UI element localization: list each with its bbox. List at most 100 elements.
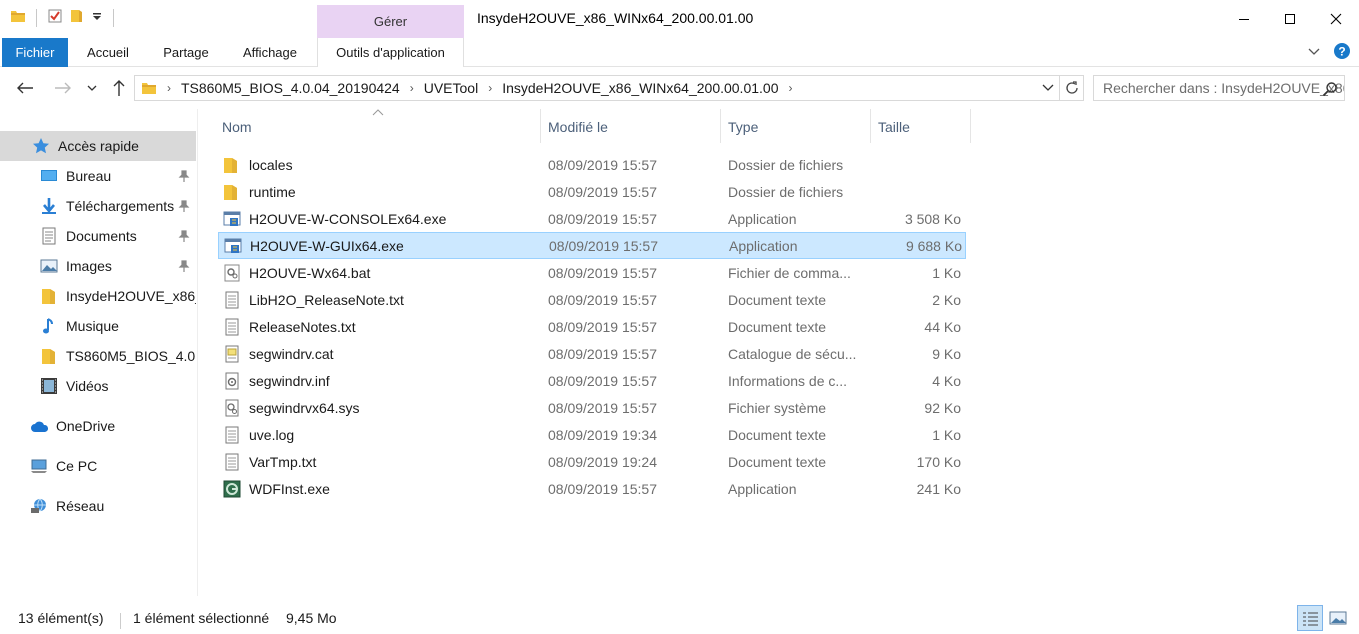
- nav-item-network[interactable]: Réseau: [0, 491, 196, 521]
- file-size: 1 Ko: [932, 265, 961, 281]
- details-view-button[interactable]: [1297, 605, 1323, 631]
- folder-icon: [40, 347, 58, 365]
- search-icon: [1322, 80, 1338, 100]
- address-bar[interactable]: › TS860M5_BIOS_4.0.04_20190424 › UVETool…: [134, 75, 1084, 101]
- address-history-button[interactable]: [1037, 84, 1059, 92]
- nav-item-this-pc[interactable]: Ce PC: [0, 451, 196, 481]
- pin-icon[interactable]: [178, 259, 190, 275]
- file-row-bat[interactable]: H2OUVE-Wx64.bat 08/09/2019 15:57 Fichier…: [218, 260, 966, 287]
- search-input[interactable]: Rechercher dans : InsydeH2OUVE_x86...: [1093, 75, 1345, 101]
- file-size: [870, 152, 961, 179]
- file-row-libh2o-txt[interactable]: LibH2O_ReleaseNote.txt 08/09/2019 15:57 …: [218, 287, 966, 314]
- expand-ribbon-icon[interactable]: [1307, 44, 1321, 61]
- file-row-inf[interactable]: segwindrv.inf 08/09/2019 15:57 Informati…: [218, 368, 966, 395]
- pin-icon[interactable]: [178, 229, 190, 245]
- back-button[interactable]: [14, 77, 36, 99]
- column-divider[interactable]: [720, 109, 721, 143]
- system-file-icon: [223, 399, 241, 417]
- up-button[interactable]: [108, 77, 130, 99]
- column-header-type[interactable]: Type: [722, 109, 870, 145]
- file-row-runtime[interactable]: runtime 08/09/2019 15:57 Dossier de fich…: [218, 179, 966, 206]
- desktop-icon: [40, 167, 58, 185]
- file-size: 241 Ko: [916, 481, 961, 497]
- navigation-pane: Accès rapide Bureau Téléchargements Docu…: [0, 109, 198, 596]
- file-date: 08/09/2019 15:57: [548, 157, 657, 173]
- file-size: 9 688 Ko: [905, 238, 962, 254]
- nav-item-pictures[interactable]: Images: [0, 251, 196, 281]
- selection-size: 9,45 Mo: [286, 610, 337, 626]
- arrow-up-icon: [113, 80, 125, 96]
- nav-item-documents[interactable]: Documents: [0, 221, 196, 251]
- close-button[interactable]: [1313, 0, 1359, 38]
- customize-toolbar-icon[interactable]: [91, 8, 103, 27]
- file-row-wdfinst-exe[interactable]: WDFInst.exe 08/09/2019 15:57 Application…: [218, 476, 966, 503]
- file-date: 08/09/2019 15:57: [548, 265, 657, 281]
- file-size: 3 508 Ko: [904, 211, 961, 227]
- nav-item-music[interactable]: Musique: [0, 311, 196, 341]
- chevron-down-icon: [1042, 84, 1054, 91]
- download-icon: [40, 197, 58, 215]
- videos-icon: [40, 377, 58, 395]
- file-row-cat[interactable]: segwindrv.cat 08/09/2019 15:57 Catalogue…: [218, 341, 966, 368]
- file-date: 08/09/2019 15:57: [548, 346, 657, 362]
- file-name: segwindrv.cat: [249, 346, 334, 362]
- file-row-vartmp-txt[interactable]: VarTmp.txt 08/09/2019 19:24 Document tex…: [218, 449, 966, 476]
- nav-item-bios-folder[interactable]: TS860M5_BIOS_4.0.0: [0, 341, 196, 371]
- file-row-releasenotes-txt[interactable]: ReleaseNotes.txt 08/09/2019 15:57 Docume…: [218, 314, 966, 341]
- column-divider[interactable]: [970, 109, 971, 143]
- ribbon-controls: ?: [1307, 42, 1351, 63]
- tab-home[interactable]: Accueil: [78, 38, 138, 67]
- refresh-button[interactable]: [1059, 76, 1083, 100]
- file-row-gui-exe[interactable]: H2OUVE-W-GUIx64.exe 08/09/2019 15:57 App…: [218, 232, 966, 259]
- file-row-console-exe[interactable]: H2OUVE-W-CONSOLEx64.exe 08/09/2019 15:57…: [218, 206, 966, 233]
- chevron-down-icon: [87, 85, 97, 91]
- file-name: segwindrv.inf: [249, 373, 330, 389]
- nav-item-downloads[interactable]: Téléchargements: [0, 191, 196, 221]
- column-divider[interactable]: [870, 109, 871, 143]
- tab-application-tools[interactable]: Outils d'application: [317, 38, 464, 67]
- column-header-date[interactable]: Modifié le: [542, 109, 720, 145]
- file-row-locales[interactable]: locales 08/09/2019 15:57 Dossier de fich…: [218, 152, 966, 179]
- application-icon: [223, 210, 241, 228]
- batch-file-icon: [223, 264, 241, 282]
- breadcrumb-item[interactable]: InsydeH2OUVE_x86_WINx64_200.00.01.00: [502, 80, 778, 96]
- refresh-icon: [1065, 81, 1078, 94]
- new-folder-icon[interactable]: [69, 8, 85, 27]
- nav-item-quick-access[interactable]: Accès rapide: [0, 131, 196, 161]
- nav-item-desktop[interactable]: Bureau: [0, 161, 196, 191]
- column-header-size[interactable]: Taille: [872, 109, 970, 145]
- file-name: H2OUVE-Wx64.bat: [249, 265, 371, 281]
- large-icons-view-icon: [1329, 611, 1347, 625]
- file-type: Document texte: [728, 292, 827, 308]
- nav-item-onedrive[interactable]: OneDrive: [0, 411, 196, 441]
- properties-icon[interactable]: [47, 8, 63, 27]
- tab-share[interactable]: Partage: [154, 38, 218, 67]
- folder-icon: [223, 183, 241, 201]
- pin-icon[interactable]: [178, 199, 190, 215]
- chevron-right-icon: ›: [488, 81, 493, 95]
- tab-view[interactable]: Affichage: [232, 38, 308, 67]
- file-type: Catalogue de sécu...: [728, 346, 857, 362]
- chevron-right-icon: ›: [167, 81, 171, 95]
- breadcrumb-item[interactable]: UVETool: [424, 80, 478, 96]
- details-view-icon: [1303, 612, 1318, 626]
- star-icon: [32, 137, 50, 155]
- tab-file[interactable]: Fichier: [2, 38, 68, 67]
- file-type: Dossier de fichiers: [728, 184, 844, 200]
- help-icon[interactable]: ?: [1333, 42, 1351, 63]
- column-divider[interactable]: [540, 109, 541, 143]
- breadcrumb-item[interactable]: TS860M5_BIOS_4.0.04_20190424: [181, 80, 400, 96]
- nav-item-videos[interactable]: Vidéos: [0, 371, 196, 401]
- nav-item-insyde-folder[interactable]: InsydeH2OUVE_x86_: [0, 281, 196, 311]
- recent-locations-button[interactable]: [83, 77, 101, 99]
- pin-icon[interactable]: [178, 169, 190, 185]
- file-size: 44 Ko: [924, 319, 961, 335]
- folder-icon: [10, 8, 26, 27]
- arrow-left-icon: [17, 82, 33, 94]
- file-row-uve-log[interactable]: uve.log 08/09/2019 19:34 Document texte …: [218, 422, 966, 449]
- forward-button[interactable]: [52, 77, 74, 99]
- maximize-button[interactable]: [1267, 0, 1313, 38]
- minimize-button[interactable]: [1221, 0, 1267, 38]
- large-icons-view-button[interactable]: [1325, 605, 1351, 631]
- file-row-sys[interactable]: segwindrvx64.sys 08/09/2019 15:57 Fichie…: [218, 395, 966, 422]
